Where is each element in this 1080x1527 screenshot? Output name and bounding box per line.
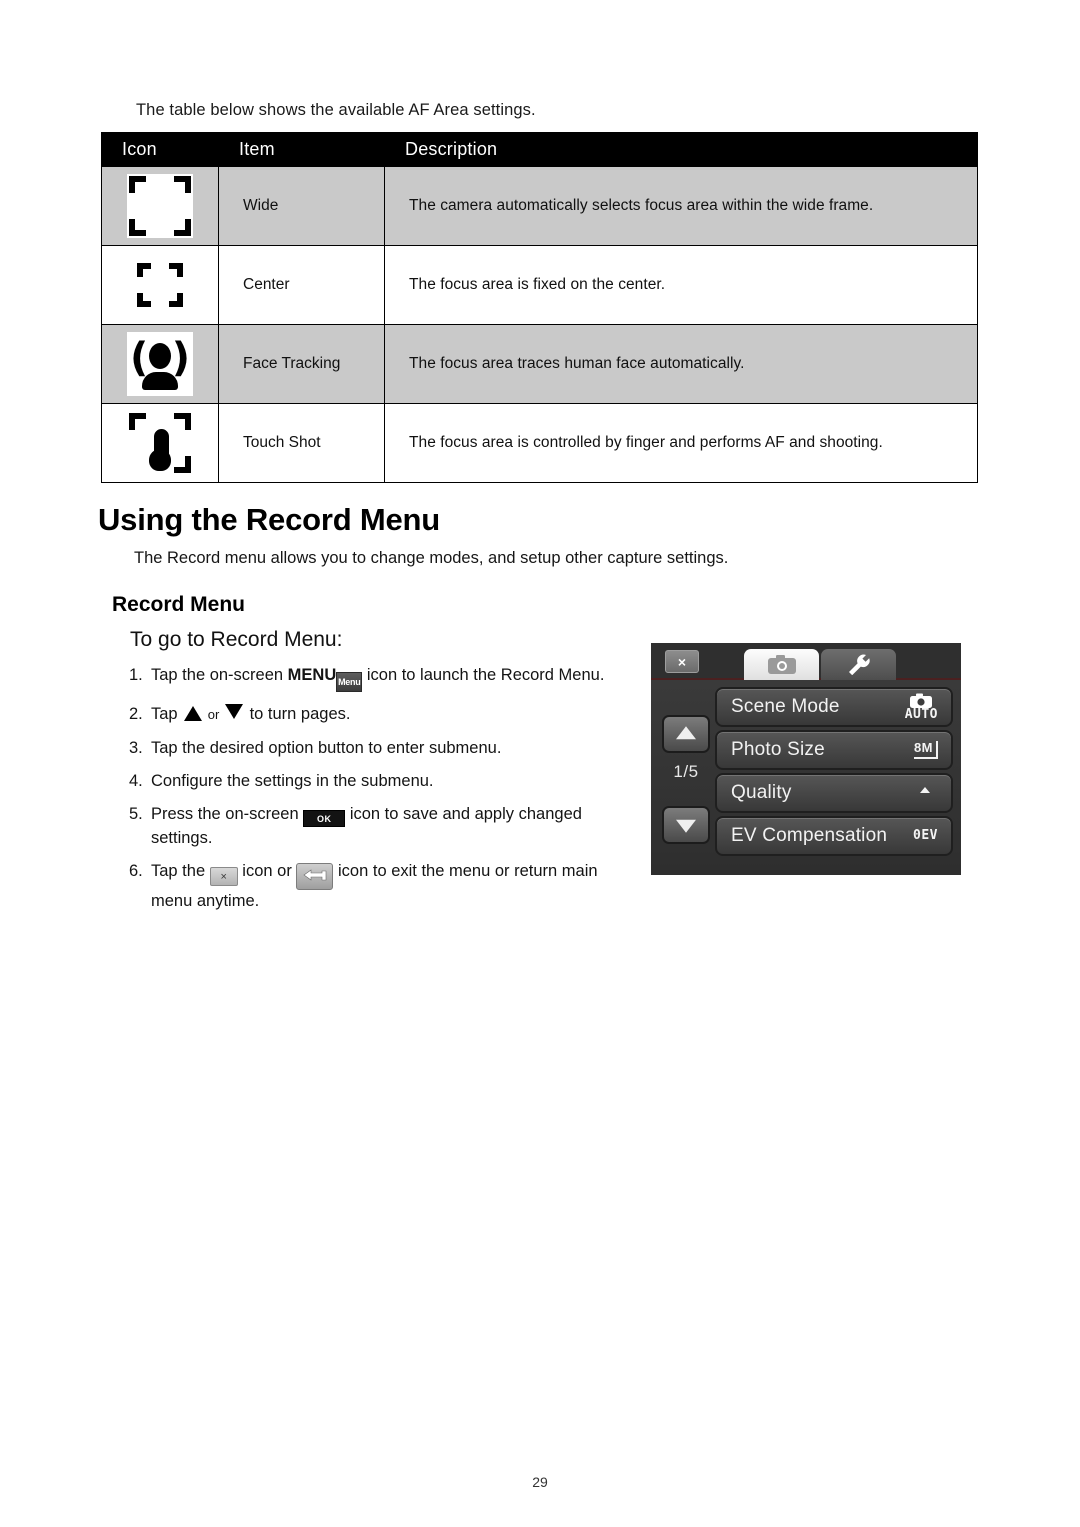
step-text: Tap the desired option button to enter s… bbox=[151, 739, 502, 757]
af-face-tracking-icon: ( ) bbox=[127, 332, 193, 396]
page-number: 29 bbox=[532, 1474, 548, 1490]
step-item-3: 3. Tap the desired option button to ente… bbox=[129, 737, 629, 759]
menu-item-label: Photo Size bbox=[731, 739, 825, 760]
af-wide-icon bbox=[127, 174, 193, 238]
return-arrow-icon[interactable] bbox=[296, 863, 334, 890]
close-icon[interactable]: × bbox=[209, 867, 238, 886]
lcd-close-button[interactable]: × bbox=[665, 650, 699, 673]
af-description: The focus area is fixed on the center. bbox=[384, 245, 978, 325]
menu-item-label: Scene Mode bbox=[731, 696, 840, 717]
menu-item-value: 8M bbox=[913, 741, 951, 759]
menu-item-scene-mode[interactable]: Scene Mode AUTO bbox=[715, 687, 953, 727]
step-text-mid: icon or bbox=[237, 862, 297, 880]
lcd-menu-list: Scene Mode AUTO Photo Size 8M Quality EV… bbox=[715, 687, 953, 859]
step-text-pre: Tap bbox=[151, 705, 183, 723]
step-item-4: 4. Configure the settings in the submenu… bbox=[129, 770, 629, 792]
table-row: ( ) Face Tracking The focus area traces … bbox=[101, 324, 978, 404]
column-header-item: Item bbox=[218, 132, 385, 167]
menu-item-photo-size[interactable]: Photo Size 8M bbox=[715, 730, 953, 770]
step-text-post: icon to launch the Record Menu. bbox=[362, 666, 605, 684]
af-center-icon bbox=[127, 253, 193, 317]
af-item-label: Wide bbox=[218, 166, 385, 246]
menu-item-ev-compensation[interactable]: EV Compensation 0EV bbox=[715, 816, 953, 856]
procedure-title: To go to Record Menu: bbox=[130, 628, 343, 651]
step-emphasis-menu: MENU bbox=[287, 666, 337, 684]
column-header-description: Description bbox=[384, 132, 978, 167]
step-number: 1. bbox=[129, 666, 143, 684]
step-text-mid: or bbox=[204, 707, 223, 722]
ok-icon[interactable]: OK bbox=[303, 810, 346, 827]
af-item-label: Center bbox=[218, 245, 385, 325]
wrench-icon bbox=[848, 654, 870, 675]
menu-item-value: 0EV bbox=[913, 829, 951, 843]
step-text-pre: Press the on-screen bbox=[151, 805, 304, 823]
tab-setup[interactable] bbox=[821, 649, 896, 680]
triangle-down-icon[interactable] bbox=[224, 704, 243, 719]
camera-icon bbox=[767, 655, 796, 674]
af-wide-icon-cell bbox=[101, 166, 219, 246]
step-number: 5. bbox=[129, 805, 143, 823]
page-indicator: 1/5 bbox=[673, 762, 699, 781]
manual-page: The table below shows the available AF A… bbox=[0, 0, 1080, 1527]
af-description: The focus area is controlled by finger a… bbox=[384, 403, 978, 483]
triangle-down-icon bbox=[676, 819, 696, 833]
step-item-6: 6. Tap the × icon or icon to exit the me… bbox=[129, 860, 629, 912]
quality-bars-icon bbox=[912, 787, 938, 796]
table-row: Center The focus area is fixed on the ce… bbox=[101, 245, 978, 325]
intro-text: The table below shows the available AF A… bbox=[136, 101, 536, 119]
table-row: Touch Shot The focus area is controlled … bbox=[101, 403, 978, 483]
page-title: Using the Record Menu bbox=[98, 502, 440, 537]
af-description: The camera automatically selects focus a… bbox=[384, 166, 978, 246]
menu-item-quality[interactable]: Quality bbox=[715, 773, 953, 813]
af-touch-shot-icon bbox=[127, 411, 193, 475]
step-text-pre: Tap the on-screen bbox=[151, 666, 288, 684]
section-lead-text: The Record menu allows you to change mod… bbox=[134, 549, 729, 567]
menu-item-value-text: AUTO bbox=[904, 706, 938, 722]
step-text-pre: Tap the bbox=[151, 862, 210, 880]
menu-item-value: AUTO bbox=[905, 693, 951, 722]
column-header-icon: Icon bbox=[101, 132, 219, 167]
af-center-icon-cell bbox=[101, 245, 219, 325]
af-touch-shot-icon-cell bbox=[101, 403, 219, 483]
table-row: Wide The camera automatically selects fo… bbox=[101, 166, 978, 246]
af-item-label: Touch Shot bbox=[218, 403, 385, 483]
af-item-label: Face Tracking bbox=[218, 324, 385, 404]
af-face-tracking-icon-cell: ( ) bbox=[101, 324, 219, 404]
af-area-settings-table: Icon Item Description Wide The camera au… bbox=[101, 132, 978, 483]
step-item-5: 5. Press the on-screen OK icon to save a… bbox=[129, 803, 629, 849]
step-item-2: 2. Tap or to turn pages. bbox=[129, 703, 629, 726]
lcd-menu-body: 1/5 Scene Mode AUTO Photo Size 8M Qualit… bbox=[651, 680, 961, 875]
lcd-nav-column: 1/5 bbox=[659, 688, 713, 866]
pointing-finger-icon bbox=[149, 429, 171, 471]
step-number: 6. bbox=[129, 862, 143, 880]
step-number: 4. bbox=[129, 772, 143, 790]
menu-item-label: Quality bbox=[731, 782, 792, 803]
menu-item-value bbox=[912, 786, 951, 800]
step-text: Configure the settings in the submenu. bbox=[151, 772, 434, 790]
lcd-tab-bar: × bbox=[651, 643, 961, 680]
subsection-title: Record Menu bbox=[112, 593, 246, 616]
menu-item-value-text: 0EV bbox=[913, 828, 938, 844]
menu-item-value-text: 8M bbox=[913, 741, 938, 759]
table-header-row: Icon Item Description bbox=[101, 132, 978, 167]
camera-auto-icon bbox=[910, 693, 933, 708]
step-number: 3. bbox=[129, 739, 143, 757]
menu-item-label: EV Compensation bbox=[731, 825, 888, 846]
triangle-up-icon[interactable] bbox=[184, 706, 203, 721]
step-item-1: 1. Tap the on-screen MENU Menu icon to la… bbox=[129, 664, 629, 692]
step-text-post: to turn pages. bbox=[244, 705, 351, 723]
triangle-up-icon bbox=[676, 726, 696, 740]
step-number: 2. bbox=[129, 705, 143, 723]
procedure-steps: 1. Tap the on-screen MENU Menu icon to la… bbox=[129, 664, 629, 923]
page-up-button[interactable] bbox=[662, 715, 710, 753]
tab-record[interactable] bbox=[744, 649, 819, 680]
camera-lcd-screenshot: × 1/5 Scene Mode AUTO Photo Size 8M Qual… bbox=[651, 643, 961, 875]
menu-icon[interactable]: Menu bbox=[336, 672, 363, 692]
af-description: The focus area traces human face automat… bbox=[384, 324, 978, 404]
page-down-button[interactable] bbox=[662, 806, 710, 844]
